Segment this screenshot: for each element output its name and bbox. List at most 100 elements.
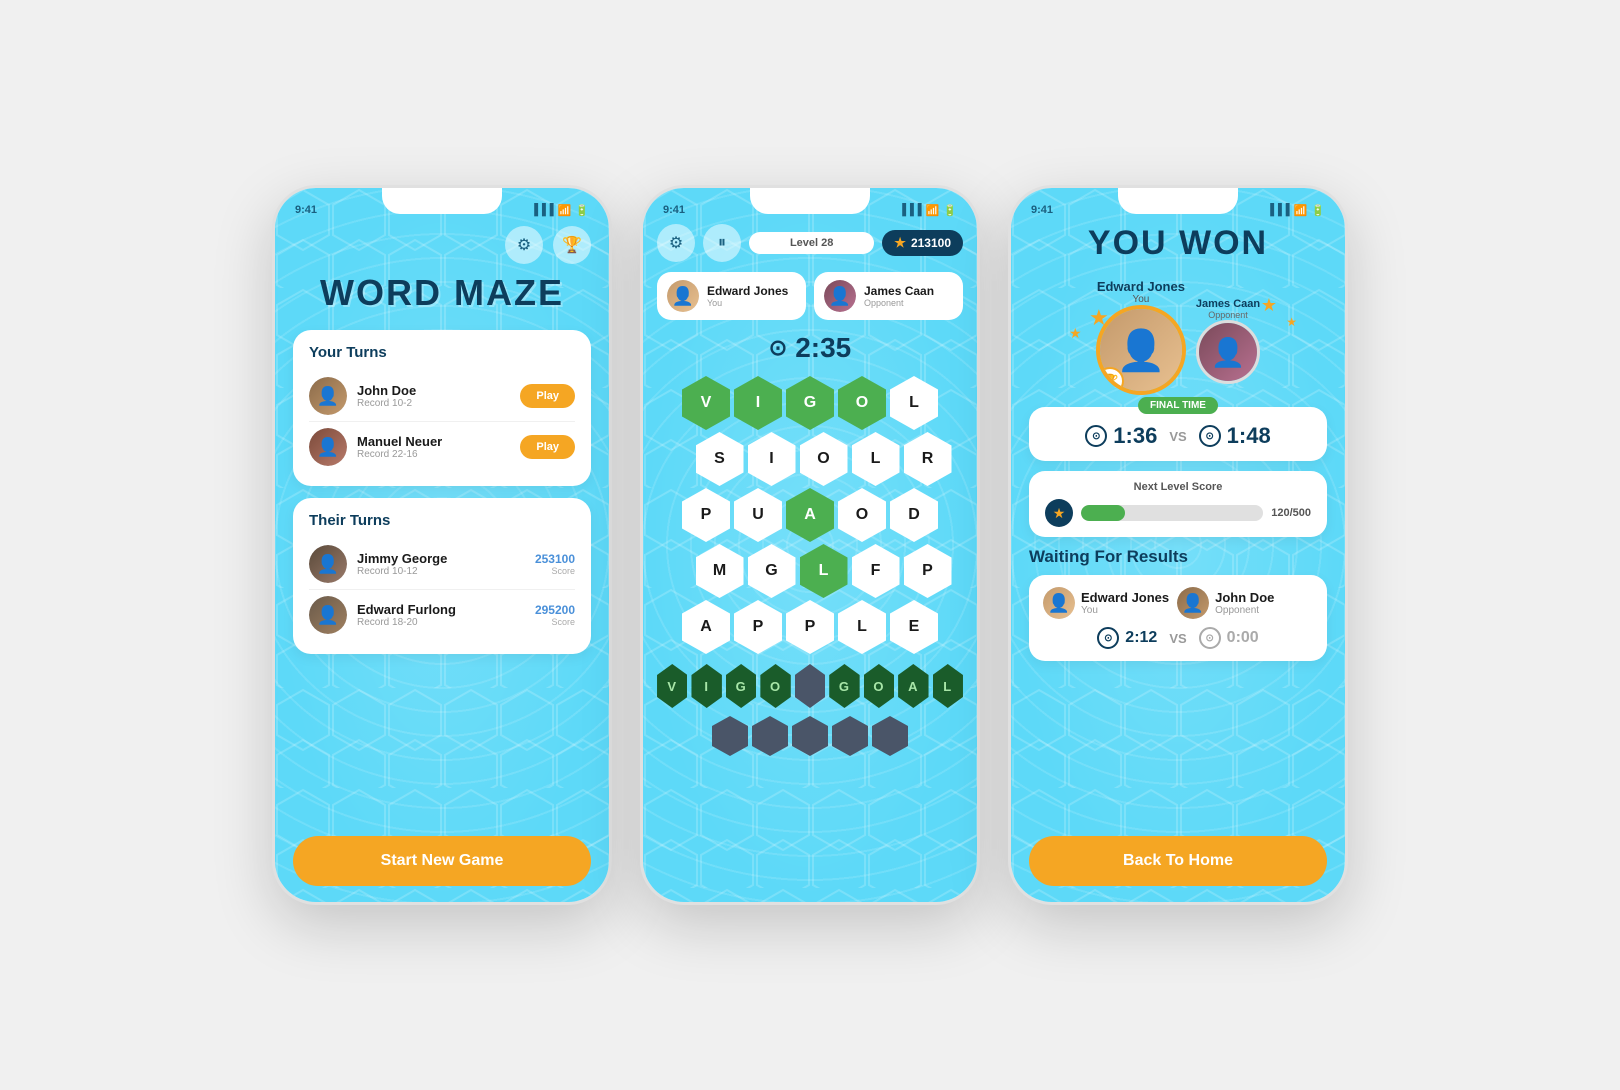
w-name-1: Edward Jones xyxy=(1081,590,1169,605)
face-manuel: 👤 xyxy=(309,428,347,466)
score-jimmy: 253100 Score xyxy=(535,552,575,576)
hex-O1[interactable]: O xyxy=(838,376,886,430)
hex-A2[interactable]: A xyxy=(682,600,730,654)
gear-button[interactable]: ⚙ xyxy=(505,226,543,264)
notch-3 xyxy=(1118,188,1238,214)
hex-S[interactable]: S xyxy=(696,432,744,486)
trophy-icon: 🏆 xyxy=(1096,367,1124,395)
dh-1 xyxy=(712,716,748,756)
hex-O3[interactable]: O xyxy=(838,488,886,542)
hex-G2[interactable]: G xyxy=(748,544,796,598)
p2-content: ⚙ ⏸ Level 28 ★ 213100 👤 Edward Jones xyxy=(643,224,977,902)
waiting-title: Waiting For Results xyxy=(1029,547,1327,567)
your-turns-title: Your Turns xyxy=(309,344,575,361)
time-value-1: 1:36 xyxy=(1113,423,1157,449)
info-john: John Doe Record 10-2 xyxy=(357,383,510,409)
pb-info-2: James Caan Opponent xyxy=(864,284,934,308)
word-display: V I G O G O A L xyxy=(657,664,963,708)
time-entry-1: ⊙ 1:36 xyxy=(1085,423,1157,449)
info-edward-f: Edward Furlong Record 18-20 xyxy=(357,602,525,628)
dh-5 xyxy=(872,716,908,756)
hex-I2[interactable]: I xyxy=(748,432,796,486)
time-value-2: 1:48 xyxy=(1227,423,1271,449)
time-vs-row: ⊙ 1:36 VS ⊙ 1:48 xyxy=(1045,423,1311,449)
hex-D[interactable]: D xyxy=(890,488,938,542)
signal-icon-1: ▐▐▐ xyxy=(530,204,553,216)
score-card: Next Level Score ★ 120/500 xyxy=(1029,471,1327,537)
hex-L1[interactable]: L xyxy=(890,376,938,430)
waiting-player-1: 👤 Edward Jones You xyxy=(1043,587,1169,619)
waiting-player-2: 👤 John Doe Opponent xyxy=(1177,587,1274,619)
clock-icon-1: ⊙ xyxy=(1085,425,1107,447)
hex-L4[interactable]: L xyxy=(838,600,886,654)
signal-icon-3: ▐▐▐ xyxy=(1266,204,1289,216)
opponent-section: James Caan Opponent 👤 xyxy=(1196,295,1260,384)
hex-U[interactable]: U xyxy=(734,488,782,542)
level-badge: Level 28 xyxy=(749,232,874,254)
play-manuel-button[interactable]: Play xyxy=(520,435,575,459)
opp-avatar: 👤 xyxy=(1196,320,1260,384)
back-to-home-button[interactable]: Back To Home xyxy=(1029,836,1327,886)
hex-F[interactable]: F xyxy=(852,544,900,598)
hex-P4[interactable]: P xyxy=(786,600,834,654)
winner-main: Edward Jones You 👤 🏆 xyxy=(1096,275,1186,395)
face-edward-f: 👤 xyxy=(309,596,347,634)
w-avatar-1: 👤 xyxy=(1043,587,1075,619)
info-manuel: Manuel Neuer Record 22-16 xyxy=(357,434,510,460)
hex-L2[interactable]: L xyxy=(852,432,900,486)
battery-icon-3: 🔋 xyxy=(1311,204,1325,217)
final-time-badge: FINAL TIME xyxy=(1138,397,1218,414)
hex-V[interactable]: V xyxy=(682,376,730,430)
winner-role: You xyxy=(1132,294,1149,305)
progress-star-icon: ★ xyxy=(1045,499,1073,527)
time-1: 9:41 xyxy=(295,204,317,216)
hex-M[interactable]: M xyxy=(696,544,744,598)
hex-O2[interactable]: O xyxy=(800,432,848,486)
hex-P2[interactable]: P xyxy=(904,544,952,598)
avatar-jimmy: 👤 xyxy=(309,545,347,583)
gear-button-2[interactable]: ⚙ xyxy=(657,224,695,262)
record-manuel: Record 22-16 xyxy=(357,449,510,460)
their-turns-card: Their Turns 👤 Jimmy George Record 10-12 … xyxy=(293,498,591,654)
w-time-entry-2: ⊙ 0:00 xyxy=(1199,627,1259,649)
vs-label: VS xyxy=(1169,429,1186,444)
hex-P1[interactable]: P xyxy=(682,488,730,542)
battery-icon-1: 🔋 xyxy=(575,204,589,217)
pause-button[interactable]: ⏸ xyxy=(703,224,741,262)
star-icon: ★ xyxy=(894,235,906,251)
phone-1: 9:41 ▐▐▐ 📶 🔋 ⚙ 🏆 WORD MAZE Your Turns xyxy=(272,185,612,905)
w-time-entry-1: ⊙ 2:12 xyxy=(1097,627,1157,649)
start-new-game-button[interactable]: Start New Game xyxy=(293,836,591,886)
hex-row-2: S I O L R xyxy=(696,432,952,486)
score-edward-f: 295200 Score xyxy=(535,603,575,627)
time-entry-2: ⊙ 1:48 xyxy=(1199,423,1271,449)
hex-P3[interactable]: P xyxy=(734,600,782,654)
hex-row-4: M G L F P xyxy=(696,544,952,598)
hex-G[interactable]: G xyxy=(786,376,834,430)
progress-row: ★ 120/500 xyxy=(1045,499,1311,527)
hex-L3[interactable]: L xyxy=(800,544,848,598)
info-jimmy: Jimmy George Record 10-12 xyxy=(357,551,525,577)
play-john-button[interactable]: Play xyxy=(520,384,575,408)
player-badge-2: 👤 James Caan Opponent xyxy=(814,272,963,320)
time-3: 9:41 xyxy=(1031,204,1053,216)
face-p2-1: 👤 xyxy=(667,280,699,312)
opp-name: James Caan xyxy=(1196,298,1260,310)
opp-face: 👤 xyxy=(1199,323,1257,381)
your-turns-card: Your Turns 👤 John Doe Record 10-2 Play xyxy=(293,330,591,486)
avatar-john: 👤 xyxy=(309,377,347,415)
hex-I1[interactable]: I xyxy=(734,376,782,430)
app-title: WORD MAZE xyxy=(293,272,591,314)
pb-role-1: You xyxy=(707,298,788,308)
w-info-2: John Doe Opponent xyxy=(1215,590,1274,616)
score-value: 213100 xyxy=(911,236,951,250)
hex-A[interactable]: A xyxy=(786,488,834,542)
star-deco-2: ★ xyxy=(1069,325,1082,342)
w-time-2: 0:00 xyxy=(1227,629,1259,647)
time-2: 9:41 xyxy=(663,204,685,216)
wifi-icon-2: 📶 xyxy=(926,204,940,217)
hex-E[interactable]: E xyxy=(890,600,938,654)
trophy-button[interactable]: 🏆 xyxy=(553,226,591,264)
winner-section: ★ ★ ★ Edward Jones You 👤 🏆 James Caan Op… xyxy=(1029,275,1327,395)
hex-R[interactable]: R xyxy=(904,432,952,486)
